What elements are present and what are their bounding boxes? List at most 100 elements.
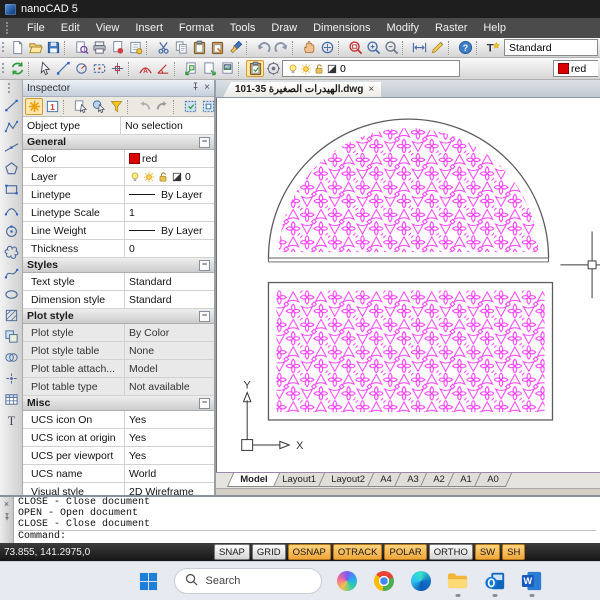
menu-tools[interactable]: Tools xyxy=(222,20,264,36)
text-style-combo[interactable]: Standard xyxy=(504,39,598,56)
arc-icon[interactable] xyxy=(1,200,21,221)
property-row-plot-style-table[interactable]: Plot style table None xyxy=(23,342,214,360)
property-row-text-style[interactable]: Text style Standard xyxy=(23,273,214,291)
select-window-icon[interactable] xyxy=(199,98,217,115)
clipboard-active-icon[interactable] xyxy=(246,60,264,77)
document-tab[interactable]: 101-35 الهيدرات الصغيرة.dwg × xyxy=(223,82,382,97)
section-header-general[interactable]: General − xyxy=(23,135,214,150)
paste-special-icon[interactable] xyxy=(208,39,226,56)
toggle-polar[interactable]: POLAR xyxy=(384,544,427,560)
zoom-realtime-icon[interactable] xyxy=(318,39,336,56)
menu-dimensions[interactable]: Dimensions xyxy=(305,20,378,36)
property-row-linetype[interactable]: Linetype By Layer xyxy=(23,186,214,204)
layout-tab-model[interactable]: Model xyxy=(226,473,281,487)
section-header-misc[interactable]: Misc − xyxy=(23,396,214,411)
quick-select-icon[interactable] xyxy=(181,98,199,115)
plot-icon[interactable] xyxy=(90,39,108,56)
help-icon[interactable]: ? xyxy=(456,39,474,56)
outlook-icon[interactable] xyxy=(483,569,507,597)
chrome-icon[interactable] xyxy=(372,569,396,593)
property-row-ucs-icon-at-origin[interactable]: UCS icon at origin Yes xyxy=(23,429,214,447)
ellipse-icon[interactable] xyxy=(1,284,21,305)
revision-cloud-icon[interactable] xyxy=(1,242,21,263)
select-icon[interactable] xyxy=(36,60,54,77)
undo-icon[interactable] xyxy=(254,39,272,56)
select-indicator-icon[interactable] xyxy=(25,98,43,115)
point-icon[interactable] xyxy=(1,368,21,389)
menu-file[interactable]: File xyxy=(19,20,53,36)
format-painter-icon[interactable] xyxy=(226,39,244,56)
property-row-plot-table-attach[interactable]: Plot table attach... Model xyxy=(23,360,214,378)
section-header-plot-style[interactable]: Plot style − xyxy=(23,309,214,324)
pin-icon[interactable] xyxy=(3,513,11,523)
menu-format[interactable]: Format xyxy=(171,20,222,36)
plot-preview-icon[interactable] xyxy=(72,39,90,56)
page-setup-icon[interactable] xyxy=(126,39,144,56)
copy-icon[interactable] xyxy=(172,39,190,56)
drawing-canvas[interactable]: Y X xyxy=(216,98,600,472)
toggle-osnap[interactable]: OSNAP xyxy=(287,544,331,560)
view-settings-icon[interactable] xyxy=(264,60,282,77)
copy-properties-back-icon[interactable] xyxy=(135,98,153,115)
property-row-dimension-style[interactable]: Dimension style Standard xyxy=(23,291,214,309)
collapse-icon[interactable]: − xyxy=(199,310,210,322)
inspector-close-icon[interactable]: × xyxy=(204,83,210,93)
toggle-sh[interactable]: SH xyxy=(502,544,526,560)
menu-draw[interactable]: Draw xyxy=(263,20,305,36)
property-row-ucs-per-viewport[interactable]: UCS per viewport Yes xyxy=(23,447,214,465)
toggle-otrack[interactable]: OTRACK xyxy=(332,544,383,560)
property-row-ucs-name[interactable]: UCS name World xyxy=(23,465,214,483)
region-combine-icon[interactable] xyxy=(1,347,21,368)
open-icon[interactable] xyxy=(26,39,44,56)
cut-icon[interactable] xyxy=(154,39,172,56)
rectangle-icon[interactable] xyxy=(1,179,21,200)
layout-tab-a0[interactable]: A0 xyxy=(473,473,512,487)
property-row-plot-style[interactable]: Plot style By Color xyxy=(23,324,214,342)
property-row-layer[interactable]: Layer 0 xyxy=(23,168,214,186)
paste-icon[interactable] xyxy=(190,39,208,56)
document-tab-close-icon[interactable]: × xyxy=(368,84,374,95)
select-new-icon[interactable] xyxy=(71,98,89,115)
hatch-icon[interactable] xyxy=(1,305,21,326)
edit-icon[interactable] xyxy=(428,39,446,56)
text-icon[interactable]: T xyxy=(1,410,21,431)
insert-raster-icon[interactable] xyxy=(218,60,236,77)
windows-start-icon[interactable] xyxy=(137,569,161,593)
menu-edit[interactable]: Edit xyxy=(53,20,88,36)
property-row-color[interactable]: Color red xyxy=(23,150,214,168)
measure-circle-icon[interactable] xyxy=(72,60,90,77)
redo-icon[interactable] xyxy=(272,39,290,56)
toggle-snap[interactable]: SNAP xyxy=(214,544,250,560)
text-style-icon[interactable]: T xyxy=(484,39,502,56)
pin-icon[interactable] xyxy=(191,82,200,94)
fit-icon[interactable] xyxy=(410,39,428,56)
circle-icon[interactable] xyxy=(1,221,21,242)
measure-distance-icon[interactable] xyxy=(54,60,72,77)
file-explorer-icon[interactable] xyxy=(446,569,470,597)
section-header-styles[interactable]: Styles − xyxy=(23,258,214,273)
object-type-row[interactable]: Object type No selection xyxy=(23,117,214,135)
pan-icon[interactable] xyxy=(300,39,318,56)
property-row-linetype-scale[interactable]: Linetype Scale 1 xyxy=(23,204,214,222)
collapse-icon[interactable]: − xyxy=(199,397,210,409)
measure-rect-icon[interactable] xyxy=(90,60,108,77)
color-combo[interactable]: red xyxy=(553,60,598,77)
menu-help[interactable]: Help xyxy=(475,20,514,36)
menu-raster[interactable]: Raster xyxy=(427,20,475,36)
polygon-icon[interactable] xyxy=(1,158,21,179)
command-prompt[interactable]: Command: xyxy=(18,530,596,543)
layer-combo[interactable]: 0 xyxy=(282,60,460,77)
property-row-line-weight[interactable]: Line Weight By Layer xyxy=(23,222,214,240)
dim-angle-icon[interactable] xyxy=(154,60,172,77)
toggle-sw[interactable]: SW xyxy=(474,544,501,560)
property-row-ucs-icon-on[interactable]: UCS icon On Yes xyxy=(23,411,214,429)
copilot-icon[interactable] xyxy=(335,569,359,593)
new-file-icon[interactable] xyxy=(8,39,26,56)
copy-properties-forward-icon[interactable] xyxy=(153,98,171,115)
publish-icon[interactable] xyxy=(108,39,126,56)
region-icon[interactable] xyxy=(1,326,21,347)
insert-block-icon[interactable] xyxy=(182,60,200,77)
menu-view[interactable]: View xyxy=(88,20,128,36)
single-selection-icon[interactable]: 1 xyxy=(43,98,61,115)
toggle-grid[interactable]: GRID xyxy=(251,544,286,560)
